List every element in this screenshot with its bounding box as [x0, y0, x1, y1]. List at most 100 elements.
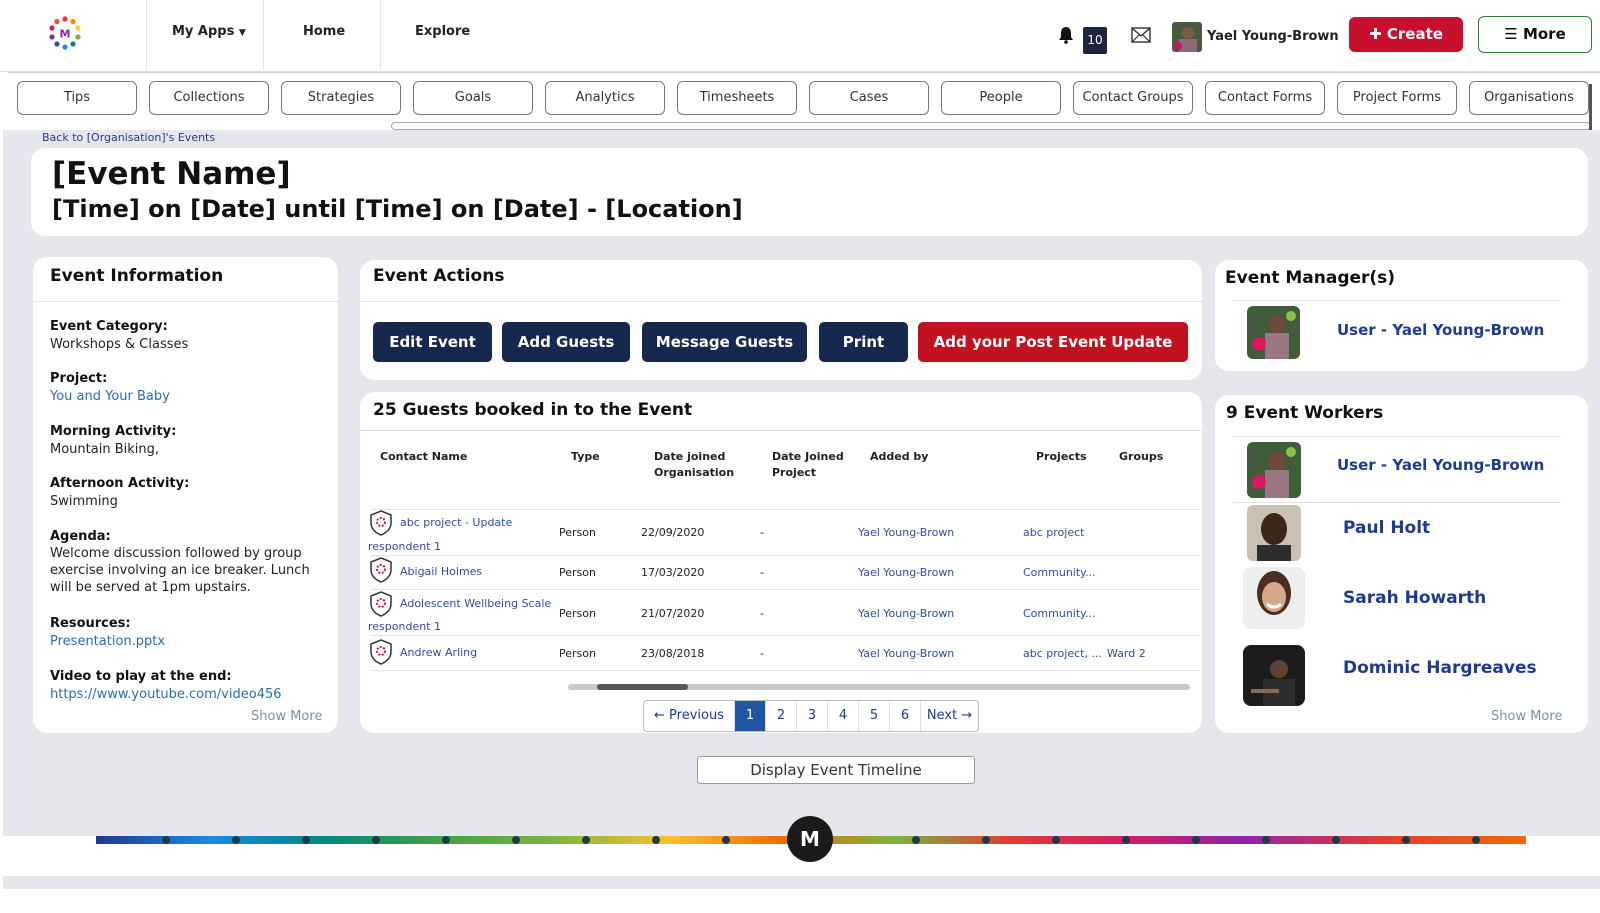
divider	[360, 301, 1202, 302]
back-link[interactable]: Back to [Organisation]'s Events	[42, 131, 215, 144]
nav-my-apps-label: My Apps	[172, 24, 235, 39]
worker-photo[interactable]	[1243, 645, 1305, 706]
contact-name-link-cont[interactable]: respondent 1	[368, 540, 441, 553]
tab-organisations[interactable]: Organisations	[1469, 81, 1589, 115]
contact-name-link[interactable]: abc project - Update	[400, 516, 512, 529]
added-by-link[interactable]: Yael Young-Brown	[858, 607, 954, 620]
top-navigation-bar: M My Apps ▼ Home Explore 10 Yael Young-B…	[0, 0, 1600, 72]
col-date-joined-org[interactable]: Date joined Organisation	[654, 449, 734, 481]
contact-name-link[interactable]: Andrew Arling	[400, 646, 477, 659]
worker-name-link[interactable]: User - Yael Young-Brown	[1337, 456, 1544, 474]
col-groups[interactable]: Groups	[1119, 449, 1163, 465]
user-avatar[interactable]	[1172, 22, 1202, 52]
col-date-joined-project[interactable]: Date Joined Project	[772, 449, 844, 481]
col-added-by[interactable]: Added by	[870, 449, 928, 465]
event-name: [Event Name]	[52, 156, 291, 192]
contact-type: Person	[559, 607, 596, 620]
projects-link[interactable]: Community...	[1023, 566, 1096, 579]
manager-name-link[interactable]: User - Yael Young-Brown	[1337, 321, 1544, 339]
row-divider	[371, 509, 1200, 510]
manager-photo[interactable]	[1247, 306, 1300, 359]
tab-analytics[interactable]: Analytics	[545, 81, 665, 115]
row-divider	[371, 589, 1200, 590]
worker-name-link[interactable]: Dominic Hargreaves	[1343, 658, 1537, 678]
mail-icon[interactable]	[1131, 27, 1151, 43]
date-joined-org: 21/07/2020	[641, 607, 705, 620]
app-logo-icon[interactable]: M	[48, 16, 82, 50]
worker-photo[interactable]	[1243, 567, 1305, 629]
resources-link[interactable]: Presentation.pptx	[50, 633, 165, 650]
project-link[interactable]: You and Your Baby	[50, 388, 170, 405]
projects-link[interactable]: Community...	[1023, 607, 1096, 620]
tab-tips[interactable]: Tips	[17, 81, 137, 115]
project-label: Project:	[50, 371, 108, 386]
more-button[interactable]: ☰ More	[1478, 16, 1592, 53]
pagination: ← Previous 1 2 3 4 5 6 Next →	[643, 700, 979, 732]
groups-link[interactable]: Ward 2	[1107, 647, 1146, 660]
tab-timesheets[interactable]: Timesheets	[677, 81, 797, 115]
worker-photo[interactable]	[1247, 505, 1301, 561]
page-4-button[interactable]: 4	[828, 701, 859, 731]
tab-contact-groups[interactable]: Contact Groups	[1073, 81, 1193, 115]
contact-shield-icon	[370, 557, 392, 583]
worker-name-link[interactable]: Paul Holt	[1343, 518, 1430, 538]
page-6-button[interactable]: 6	[890, 701, 921, 731]
section-tabs: Tips Collections Strategies Goals Analyt…	[8, 72, 1600, 130]
tab-cases[interactable]: Cases	[809, 81, 929, 115]
contact-name-link-cont[interactable]: respondent 1	[368, 620, 441, 633]
page-2-button[interactable]: 2	[766, 701, 797, 731]
projects-link[interactable]: abc project	[1023, 526, 1084, 539]
vertical-scrollbar[interactable]	[1589, 84, 1592, 130]
worker-photo[interactable]	[1247, 442, 1301, 498]
col-contact-name[interactable]: Contact Name	[380, 449, 467, 465]
added-by-link[interactable]: Yael Young-Brown	[858, 647, 954, 660]
previous-page-button[interactable]: ← Previous	[644, 701, 735, 731]
date-joined-project: -	[760, 607, 764, 620]
page-5-button[interactable]: 5	[859, 701, 890, 731]
tab-goals[interactable]: Goals	[413, 81, 533, 115]
nav-explore[interactable]: Explore	[415, 24, 470, 39]
list-icon: ☰	[1504, 25, 1518, 43]
video-link[interactable]: https://www.youtube.com/video456	[50, 686, 282, 703]
create-button[interactable]: ✚ Create	[1349, 17, 1463, 52]
nav-home[interactable]: Home	[303, 24, 345, 39]
edit-event-button[interactable]: Edit Event	[373, 322, 492, 362]
morning-activity-label: Morning Activity:	[50, 424, 177, 439]
tab-project-forms[interactable]: Project Forms	[1337, 81, 1457, 115]
footer-logo[interactable]: M	[787, 816, 833, 862]
contact-name-link[interactable]: Adolescent Wellbeing Scale	[400, 597, 551, 610]
projects-link[interactable]: abc project, ...	[1023, 647, 1102, 660]
workers-show-more-link[interactable]: Show More	[1491, 709, 1562, 724]
worker-name-link[interactable]: Sarah Howarth	[1343, 588, 1486, 608]
afternoon-activity-value: Swimming	[50, 494, 118, 509]
tab-strategies[interactable]: Strategies	[281, 81, 401, 115]
nav-divider	[146, 0, 147, 70]
tab-scrollbar[interactable]	[391, 122, 1591, 130]
tab-contact-forms[interactable]: Contact Forms	[1205, 81, 1325, 115]
tab-collections[interactable]: Collections	[149, 81, 269, 115]
next-page-button[interactable]: Next →	[921, 701, 978, 731]
col-projects[interactable]: Projects	[1036, 449, 1087, 465]
nav-divider	[263, 0, 264, 70]
message-guests-button[interactable]: Message Guests	[642, 322, 807, 362]
print-button[interactable]: Print	[819, 322, 908, 362]
divider	[1233, 502, 1561, 503]
contact-name-link[interactable]: Abigail Holmes	[400, 565, 482, 578]
tab-people[interactable]: People	[941, 81, 1061, 115]
bell-icon[interactable]	[1058, 26, 1074, 44]
col-type[interactable]: Type	[571, 449, 600, 465]
added-by-link[interactable]: Yael Young-Brown	[858, 526, 954, 539]
page-1-button[interactable]: 1	[735, 701, 766, 731]
user-name[interactable]: Yael Young-Brown	[1207, 29, 1339, 44]
info-show-more-link[interactable]: Show More	[251, 709, 322, 724]
table-scroll-thumb[interactable]	[597, 684, 688, 690]
date-joined-org: 17/03/2020	[641, 566, 705, 579]
added-by-link[interactable]: Yael Young-Brown	[858, 566, 954, 579]
nav-my-apps[interactable]: My Apps ▼	[172, 24, 246, 39]
add-guests-button[interactable]: Add Guests	[502, 322, 630, 362]
display-event-timeline-button[interactable]: Display Event Timeline	[697, 756, 975, 784]
add-post-event-update-button[interactable]: Add your Post Event Update	[918, 322, 1188, 362]
page-3-button[interactable]: 3	[797, 701, 828, 731]
notification-count-badge[interactable]: 10	[1083, 27, 1107, 54]
col-date-joined-org-line2: Organisation	[654, 466, 735, 479]
